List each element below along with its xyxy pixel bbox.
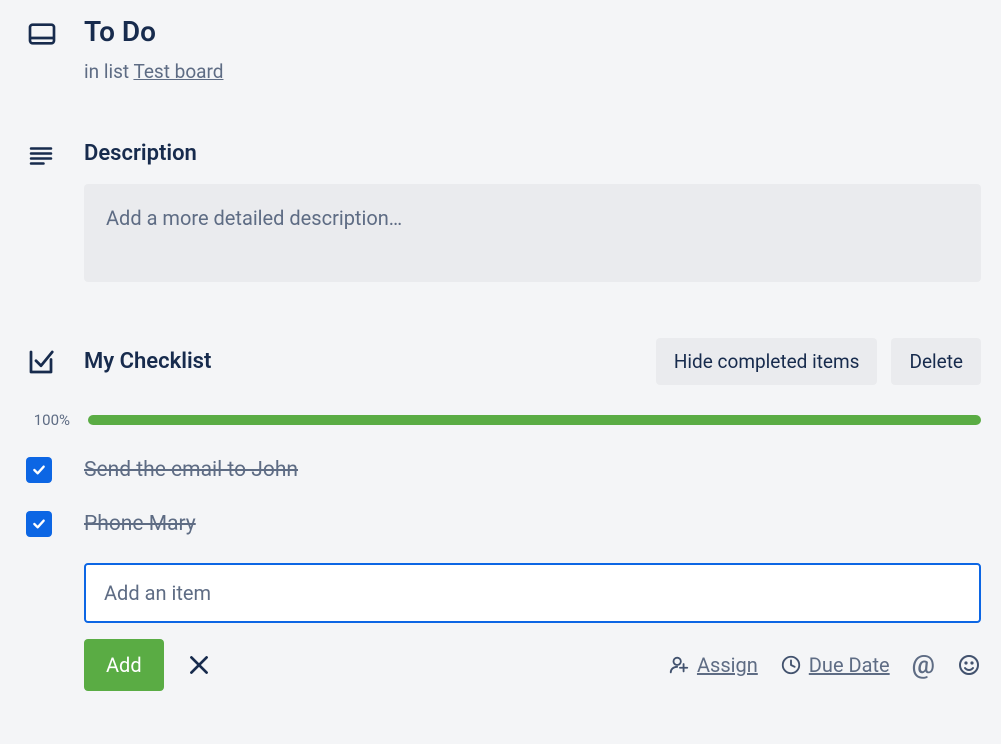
checklist-item-label[interactable]: Phone Mary — [84, 512, 196, 536]
close-icon[interactable] — [186, 652, 212, 678]
checklist-item[interactable]: Send the email to John — [20, 457, 981, 483]
progress-percent: 100% — [20, 411, 70, 429]
card-icon — [26, 18, 58, 50]
assign-icon — [668, 654, 690, 676]
checklist-title[interactable]: My Checklist — [84, 349, 642, 374]
add-item-input[interactable] — [84, 563, 981, 623]
clock-icon — [780, 654, 802, 676]
checklist-item-label[interactable]: Send the email to John — [84, 458, 298, 482]
due-date-button[interactable]: Due Date — [780, 653, 890, 677]
emoji-icon[interactable] — [957, 653, 981, 677]
checkbox-checked[interactable] — [26, 457, 52, 483]
add-button[interactable]: Add — [84, 639, 164, 691]
checklist-icon — [26, 347, 56, 377]
assign-button[interactable]: Assign — [668, 653, 758, 677]
hide-completed-button[interactable]: Hide completed items — [656, 338, 878, 385]
delete-checklist-button[interactable]: Delete — [891, 338, 981, 385]
description-heading: Description — [84, 141, 981, 166]
description-icon — [26, 141, 56, 171]
description-input[interactable]: Add a more detailed description… — [84, 184, 981, 282]
card-title[interactable]: To Do — [84, 15, 981, 48]
progress-bar — [88, 415, 981, 425]
card-list-location: in list Test board — [84, 60, 981, 83]
list-link[interactable]: Test board — [133, 60, 223, 83]
checkbox-checked[interactable] — [26, 511, 52, 537]
mention-icon[interactable]: @ — [912, 650, 935, 680]
checklist-item[interactable]: Phone Mary — [20, 511, 981, 537]
